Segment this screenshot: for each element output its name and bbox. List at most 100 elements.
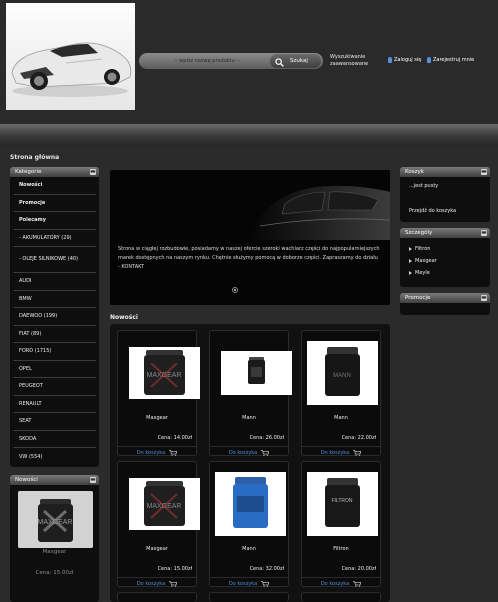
add-to-cart-button[interactable]: Do koszyka	[302, 577, 380, 589]
details-item[interactable]: Filtron	[409, 246, 430, 252]
product-card: Mann Cena: 26.00zł Do koszyka	[209, 330, 292, 458]
category-item[interactable]: RENAULT	[13, 396, 96, 413]
search-button[interactable]: Szukaj	[270, 54, 321, 68]
details-header: Szczególy ▬	[400, 228, 490, 238]
product-name[interactable]: Filtron	[302, 546, 380, 552]
add-to-cart-label: Do koszyka	[320, 580, 350, 587]
add-to-cart-label: Do koszyka	[136, 449, 166, 456]
category-item[interactable]: Promocje	[13, 195, 96, 212]
add-to-cart-label: Do koszyka	[136, 580, 166, 587]
product-card: MAXGEAR Maxgear Cena: 15.00zł Do koszyka	[117, 461, 200, 589]
category-item[interactable]: - OLEJE SILNIKOWE (40)	[13, 247, 96, 273]
category-item[interactable]: FORD (1715)	[13, 343, 96, 361]
add-to-cart-button[interactable]: Do koszyka	[210, 577, 288, 589]
product-image[interactable]: MAXGEAR	[129, 478, 200, 530]
add-to-cart-button[interactable]: Do koszyka	[210, 446, 288, 458]
svg-text:MAXGEAR: MAXGEAR	[37, 519, 72, 526]
section-title-new: Nowości	[110, 314, 138, 321]
category-item[interactable]: PEUGEOT	[13, 378, 96, 396]
arrow-right-icon	[409, 271, 412, 275]
category-item[interactable]: OPEL	[13, 361, 96, 378]
add-to-cart-label: Do koszyka	[228, 580, 258, 587]
product-image[interactable]: MAXGEAR	[129, 347, 200, 399]
categories-panel: Kategorie ▬ Nowości Promocje Polecamy - …	[10, 167, 99, 467]
add-to-cart-button[interactable]: Do koszyka	[302, 446, 380, 458]
search-icon	[275, 52, 284, 71]
search-bar: Szukaj	[139, 53, 323, 69]
product-image[interactable]: MAXGEAR	[18, 491, 93, 548]
collapse-icon[interactable]: ▬	[90, 477, 96, 483]
new-product-name[interactable]: Maxgear	[10, 549, 99, 555]
slider-dot[interactable]	[232, 287, 238, 293]
product-name[interactable]: Mann	[210, 546, 288, 552]
product-card: FILTRON Filtron Cena: 20.00zł Do koszyka	[301, 461, 381, 587]
cart-title: Koszyk	[405, 169, 424, 175]
new-products-panel: Nowości ▬ MAXGEAR Maxgear Cena: 15.00zł	[10, 475, 99, 602]
add-to-cart-label: Do koszyka	[320, 449, 350, 456]
cart-icon	[169, 580, 178, 587]
category-item[interactable]: DAEWOO (199)	[13, 308, 96, 326]
login-link[interactable]: Zaloguj się	[388, 57, 421, 63]
product-card: MANN Mann Cena: 22.00zł Do koszyka	[301, 330, 381, 456]
category-item[interactable]: VW (554)	[13, 448, 96, 466]
new-product-price: Cena: 15.00zł	[35, 570, 74, 576]
user-icon	[388, 57, 392, 63]
cart-icon	[353, 580, 362, 587]
site-header: Szukaj Wyszukiwanie zaawansowane Zaloguj…	[0, 0, 498, 122]
cart-icon	[169, 449, 178, 456]
category-item[interactable]: AUDI	[13, 273, 96, 291]
product-price: Cena: 14.00zł	[157, 435, 192, 441]
product-card	[117, 592, 197, 602]
login-label: Zaloguj się	[394, 57, 422, 63]
svg-text:MAXGEAR: MAXGEAR	[146, 372, 181, 379]
details-title: Szczególy	[405, 230, 433, 236]
product-card: MAXGEAR Maxgear Cena: 14.00zł Do koszyka	[117, 330, 200, 458]
product-price: Cena: 15.00zł	[157, 566, 192, 572]
details-panel: Szczególy ▬ Filtron Maxgear Meyle	[400, 228, 490, 287]
new-products-title: Nowości	[15, 477, 38, 483]
promo-slider: Strona w ciągłej rozbudowie, posiadamy w…	[110, 170, 390, 305]
category-list: Nowości Promocje Polecamy - AKUMULATORY …	[10, 177, 99, 466]
category-item[interactable]: SKODA	[13, 431, 96, 448]
product-name[interactable]: Maxgear	[118, 415, 196, 421]
logo-car-image[interactable]	[6, 3, 135, 110]
category-item[interactable]: SEAT	[13, 413, 96, 431]
category-item[interactable]: BMW	[13, 291, 96, 308]
register-link[interactable]: Zarejestruj mnie	[427, 57, 474, 63]
product-price: Cena: 22.00zł	[341, 435, 376, 441]
product-image[interactable]	[215, 472, 286, 536]
breadcrumb[interactable]: Strona główna	[10, 154, 59, 161]
cart-header: Koszyk ▬	[400, 167, 490, 177]
details-item[interactable]: Meyle	[409, 270, 430, 276]
cart-icon	[261, 580, 270, 587]
collapse-icon[interactable]: ▬	[481, 295, 487, 301]
promo-header: Promocje ▬	[400, 293, 490, 303]
product-image[interactable]: MANN	[307, 341, 378, 405]
product-price: Cena: 26.00zł	[249, 435, 284, 441]
category-item[interactable]: Polecamy	[13, 212, 96, 230]
category-item[interactable]: - AKUMULATORY (29)	[13, 230, 96, 247]
category-item[interactable]: Nowości	[13, 177, 96, 195]
product-image[interactable]	[221, 351, 292, 395]
category-item[interactable]: FIAT (89)	[13, 326, 96, 343]
product-price: Cena: 20.00zł	[341, 566, 376, 572]
collapse-icon[interactable]: ▬	[481, 169, 487, 175]
add-to-cart-button[interactable]: Do koszyka	[118, 446, 196, 458]
cart-icon	[261, 449, 270, 456]
advanced-search-link[interactable]: Wyszukiwanie zaawansowane	[330, 54, 370, 68]
product-name[interactable]: Mann	[302, 415, 380, 421]
promo-title: Promocje	[405, 295, 431, 301]
product-name[interactable]: Maxgear	[118, 546, 196, 552]
product-image[interactable]: FILTRON	[307, 472, 378, 536]
arrow-right-icon	[409, 259, 412, 263]
svg-text:MAXGEAR: MAXGEAR	[146, 503, 181, 510]
add-to-cart-button[interactable]: Do koszyka	[118, 577, 196, 589]
collapse-icon[interactable]: ▬	[481, 230, 487, 236]
search-input[interactable]	[143, 54, 271, 68]
nav-bar	[0, 124, 498, 146]
details-item[interactable]: Maxgear	[409, 258, 437, 264]
goto-cart-link[interactable]: Przejdź do koszyka	[409, 208, 456, 214]
collapse-icon[interactable]: ▬	[90, 169, 96, 175]
new-products-header: Nowości ▬	[10, 475, 99, 485]
product-name[interactable]: Mann	[210, 415, 288, 421]
